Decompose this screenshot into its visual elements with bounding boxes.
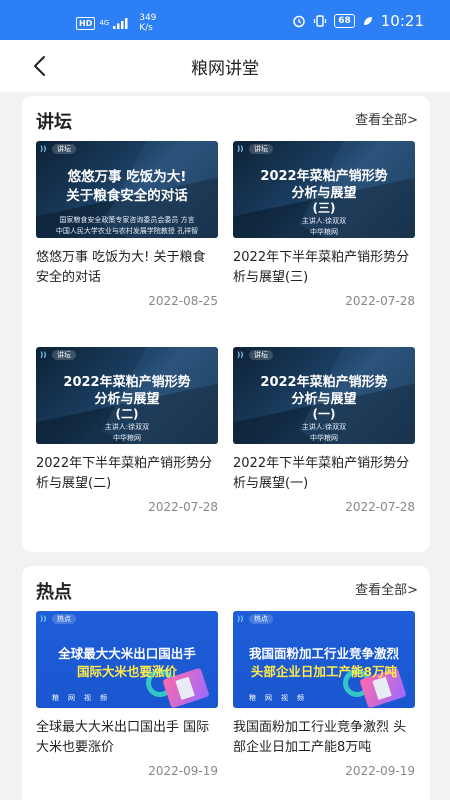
- logo-icon: )): [40, 145, 47, 153]
- list-item[interactable]: )) 讲坛 2022年菜粕产销形势 分析与展望 (二) 主讲人:徐双双 中华粮网…: [36, 347, 218, 514]
- thumb-footer: 粮网视频: [249, 694, 313, 702]
- thumb-title-line: 关于粮食安全的对话: [66, 188, 188, 204]
- section-hot: 热点 查看全部> )) 热点 全球最大大米出口国出手 国际大米也要涨价 粮网视频…: [22, 566, 430, 800]
- tag-label: 热点: [249, 614, 273, 624]
- thumb-tag: )) 热点: [237, 614, 273, 624]
- logo-icon: )): [40, 351, 47, 359]
- list-item[interactable]: )) 讲坛 悠悠万事 吃饭为大! 关于粮食安全的对话 国家粮食安全政策专家咨询委…: [36, 141, 218, 308]
- battery-icon: 68: [334, 14, 355, 28]
- video-thumbnail: )) 讲坛 2022年菜粕产销形势 分析与展望 (三) 主讲人:徐双双 中华粮网: [233, 141, 415, 238]
- item-title: 全球最大大米出口国出手 国际大米也要涨价: [36, 720, 210, 755]
- thumb-footer: 粮网视频: [52, 694, 116, 702]
- app-header: 粮网讲堂: [0, 40, 450, 92]
- network-type: 4G: [99, 19, 110, 27]
- thumb-title-line: 悠悠万事 吃饭为大!: [67, 169, 187, 185]
- video-thumbnail: )) 讲坛 2022年菜粕产销形势 分析与展望 (一) 主讲人:徐双双 中华粮网: [233, 347, 415, 444]
- item-date: 2022-07-28: [148, 500, 218, 514]
- section-title: 热点: [36, 582, 72, 603]
- logo-icon: )): [237, 145, 244, 153]
- clock-time: 10:21: [380, 12, 424, 30]
- list-item[interactable]: )) 讲坛 2022年菜粕产销形势 分析与展望 (三) 主讲人:徐双双 中华粮网…: [233, 141, 415, 308]
- status-left: HD 4G 349 K/s: [76, 13, 156, 33]
- status-right: 68 10:21: [292, 12, 424, 30]
- thumb-subtitle: 主讲人:徐双双: [301, 423, 347, 431]
- video-thumbnail: )) 热点 全球最大大米出口国出手 国际大米也要涨价 粮网视频: [36, 611, 218, 708]
- item-title: 2022年下半年菜粕产销形势分析与展望(一): [233, 456, 410, 491]
- view-all-button[interactable]: 查看全部>: [355, 109, 418, 128]
- item-title: 2022年下半年菜粕产销形势分析与展望(三): [233, 250, 410, 285]
- thumb-title-line: 全球最大大米出口国出手: [58, 646, 196, 661]
- section-title: 讲坛: [36, 112, 72, 133]
- tag-label: 讲坛: [52, 144, 76, 154]
- item-date: 2022-07-28: [345, 294, 415, 308]
- thumb-title-line: 头部企业日加工产能8万吨: [250, 664, 398, 679]
- item-date: 2022-07-28: [345, 500, 415, 514]
- thumb-title-line: 国际大米也要涨价: [76, 664, 177, 679]
- thumb-tag: )) 讲坛: [40, 350, 76, 360]
- status-bar: HD 4G 349 K/s 68 10:21: [0, 0, 450, 40]
- vibrate-icon: [314, 15, 327, 27]
- tag-label: 讲坛: [249, 144, 273, 154]
- video-thumbnail: )) 热点 我国面粉加工行业竞争激烈 头部企业日加工产能8万吨 粮网视频: [233, 611, 415, 708]
- thumb-subtitle: 中华粮网: [113, 434, 141, 442]
- thumb-title-line: (二): [115, 407, 139, 421]
- thumb-subtitle: 中国人民大学农业与农村发展学院教授 孔祥智: [55, 227, 199, 235]
- logo-icon: )): [237, 351, 244, 359]
- item-date: 2022-09-19: [148, 764, 218, 778]
- thumb-title-line: 我国面粉加工行业竞争激烈: [248, 646, 399, 661]
- thumb-subtitle: 中华粮网: [310, 228, 338, 236]
- tag-label: 讲坛: [249, 350, 273, 360]
- video-thumbnail: )) 讲坛 悠悠万事 吃饭为大! 关于粮食安全的对话 国家粮食安全政策专家咨询委…: [36, 141, 218, 238]
- thumb-subtitle: 主讲人:徐双双: [301, 217, 347, 225]
- list-item[interactable]: )) 讲坛 2022年菜粕产销形势 分析与展望 (一) 主讲人:徐双双 中华粮网…: [233, 347, 415, 514]
- item-title: 2022年下半年菜粕产销形势分析与展望(二): [36, 456, 213, 491]
- tag-label: 讲坛: [52, 350, 76, 360]
- thumb-tag: )) 热点: [40, 614, 76, 624]
- thumb-title-line: (一): [312, 407, 336, 421]
- item-date: 2022-08-25: [148, 294, 218, 308]
- thumb-subtitle: 中华粮网: [310, 434, 338, 442]
- item-title: 悠悠万事 吃饭为大! 关于粮食安全的对话: [36, 250, 206, 285]
- network-speed: 349 K/s: [139, 13, 157, 33]
- view-all-button[interactable]: 查看全部>: [355, 579, 418, 598]
- hd-badge: HD: [76, 16, 96, 30]
- thumb-subtitle: 国家粮食安全政策专家咨询委员会委员 方言: [59, 216, 195, 224]
- thumb-subtitle: 主讲人:徐双双: [104, 423, 150, 431]
- item-date: 2022-09-19: [345, 764, 415, 778]
- section-lecture: 讲坛 查看全部> )) 讲坛 悠悠万事 吃饭为大! 关于粮食安全的对话 国家粮食…: [22, 96, 430, 552]
- logo-icon: )): [40, 615, 47, 623]
- video-thumbnail: )) 讲坛 2022年菜粕产销形势 分析与展望 (二) 主讲人:徐双双 中华粮网: [36, 347, 218, 444]
- thumb-tag: )) 讲坛: [237, 350, 273, 360]
- thumb-title-line: (三): [312, 201, 336, 215]
- leaf-icon: [363, 17, 372, 25]
- signal-icon: [113, 18, 128, 29]
- item-title: 我国面粉加工行业竞争激烈 头部企业日加工产能8万吨: [233, 720, 407, 755]
- alarm-icon: [293, 15, 305, 28]
- list-item[interactable]: )) 热点 全球最大大米出口国出手 国际大米也要涨价 粮网视频 全球最大大米出口…: [36, 611, 218, 778]
- thumb-tag: )) 讲坛: [237, 144, 273, 154]
- thumb-tag: )) 讲坛: [40, 144, 76, 154]
- logo-icon: )): [237, 615, 244, 623]
- page-title: 粮网讲堂: [191, 59, 259, 79]
- list-item[interactable]: )) 热点 我国面粉加工行业竞争激烈 头部企业日加工产能8万吨 粮网视频 我国面…: [233, 611, 415, 778]
- tag-label: 热点: [52, 614, 76, 624]
